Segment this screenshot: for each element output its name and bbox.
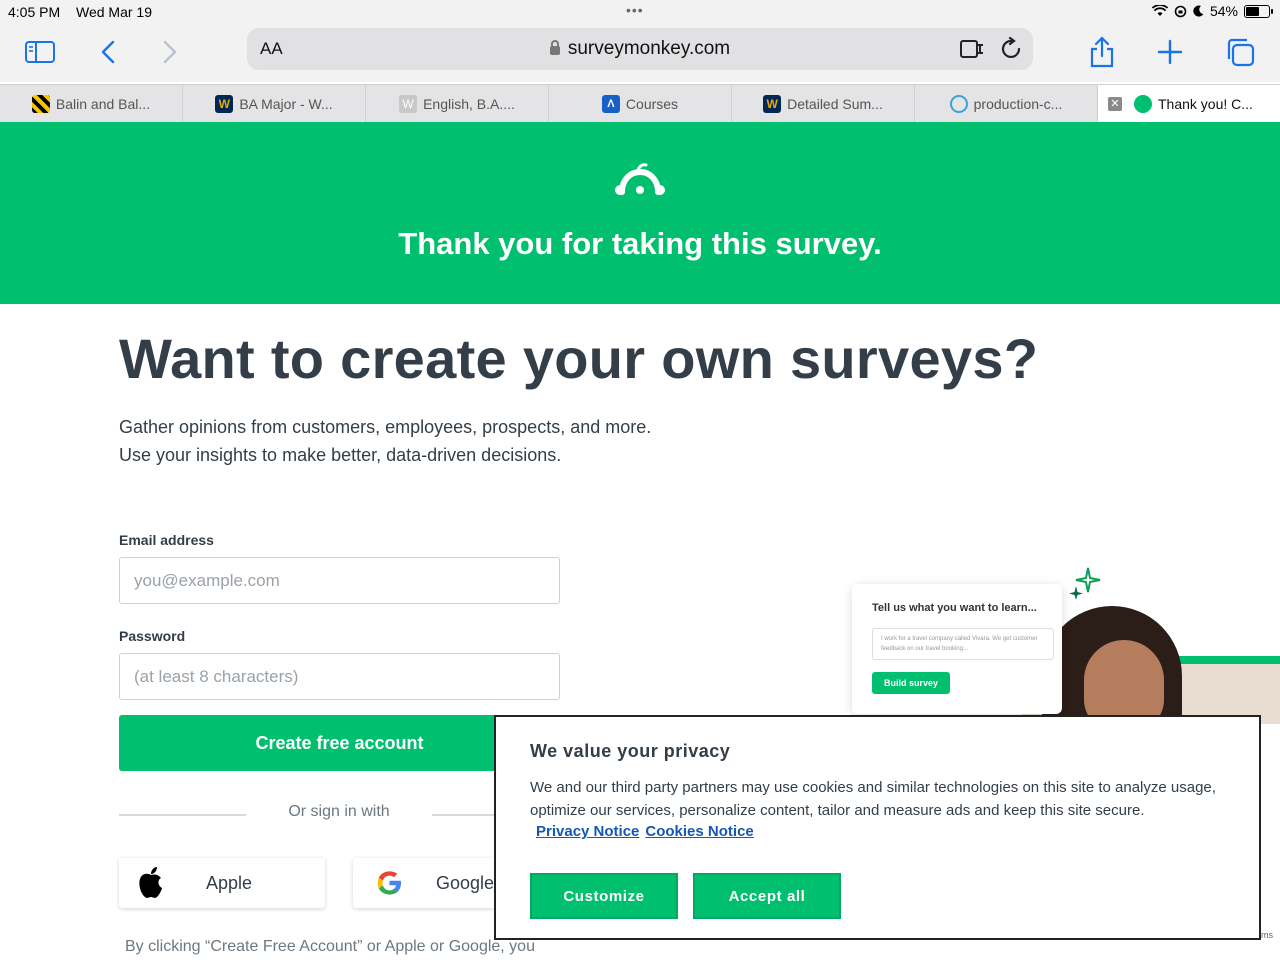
wvu-icon: W bbox=[215, 94, 234, 113]
surveymonkey-icon bbox=[1134, 94, 1152, 113]
tab-title: Balin and Bal... bbox=[55, 95, 151, 112]
email-field[interactable] bbox=[119, 557, 560, 604]
promo-card-button: Build survey bbox=[872, 672, 950, 694]
wifi-icon bbox=[1151, 5, 1168, 16]
divider-right bbox=[432, 814, 494, 816]
promo-card: Tell us what you want to learn... I work… bbox=[852, 584, 1062, 714]
privacy-notice-link[interactable]: Privacy Notice bbox=[536, 823, 639, 840]
status-indicators: 54% bbox=[1151, 3, 1273, 19]
tab-title: production-c... bbox=[973, 95, 1063, 112]
forward-icon[interactable] bbox=[152, 34, 188, 70]
orientation-lock-icon bbox=[1174, 5, 1187, 17]
page-title: Want to create your own surveys? bbox=[119, 327, 1039, 390]
lock-icon bbox=[549, 40, 560, 55]
sparkle-icon bbox=[1069, 567, 1101, 600]
multitasking-dots-icon[interactable]: ••• bbox=[626, 2, 644, 18]
partial-text: ms bbox=[1261, 930, 1273, 940]
back-icon[interactable] bbox=[90, 34, 126, 70]
apple-sign-in-button[interactable]: Apple bbox=[119, 858, 325, 908]
subtitle-line-1: Gather opinions from customers, employee… bbox=[119, 417, 652, 437]
subtitle-line-2: Use your insights to make better, data-d… bbox=[119, 445, 562, 465]
w-icon: W bbox=[399, 94, 418, 113]
reload-icon[interactable] bbox=[1001, 36, 1023, 66]
url-display[interactable]: surveymonkey.com bbox=[247, 38, 1033, 60]
cookie-links: Privacy Notice Cookies Notice bbox=[536, 823, 760, 840]
wvu-icon: W bbox=[763, 94, 782, 113]
surveymonkey-logo-icon bbox=[615, 163, 665, 195]
cookie-consent-dialog: We value your privacy We and our third p… bbox=[494, 715, 1261, 940]
tab-production[interactable]: production-c... bbox=[915, 85, 1098, 122]
customize-button[interactable]: Customize bbox=[530, 873, 678, 919]
terms-text: By clicking “Create Free Account” or App… bbox=[125, 938, 535, 955]
email-label: Email address bbox=[119, 532, 214, 548]
tab-title: Thank you! C... bbox=[1158, 95, 1253, 112]
accept-all-button[interactable]: Accept all bbox=[693, 873, 841, 919]
link-icon bbox=[949, 94, 968, 113]
google-icon bbox=[377, 871, 402, 895]
browser-toolbar: AA surveymonkey.com bbox=[0, 24, 1280, 82]
password-label: Password bbox=[119, 628, 186, 644]
battery-percent: 54% bbox=[1209, 3, 1238, 19]
tab-english[interactable]: W English, B.A.... bbox=[366, 85, 549, 122]
promo-card-title: Tell us what you want to learn... bbox=[872, 602, 1037, 614]
status-time: 4:05 PM bbox=[8, 4, 61, 20]
canvas-icon: Λ bbox=[601, 94, 620, 113]
new-tab-icon[interactable] bbox=[1152, 34, 1188, 70]
moon-icon bbox=[1193, 5, 1204, 17]
cookies-notice-link[interactable]: Cookies Notice bbox=[645, 823, 753, 840]
tab-thank-you[interactable]: ✕ Thank you! C... bbox=[1098, 85, 1280, 122]
url-text: surveymonkey.com bbox=[567, 38, 731, 59]
cookie-title: We value your privacy bbox=[530, 741, 731, 761]
sidebar-toggle-icon[interactable] bbox=[22, 34, 58, 70]
promo-card-text: I work for a travel company called Vivar… bbox=[872, 628, 1054, 660]
tab-overview-icon[interactable] bbox=[1222, 34, 1258, 70]
tab-title: English, B.A.... bbox=[423, 95, 515, 112]
tab-title: BA Major - W... bbox=[239, 95, 333, 112]
tab-detailed-summary[interactable]: W Detailed Sum... bbox=[732, 85, 915, 122]
or-sign-in-label: Or sign in with bbox=[288, 803, 390, 820]
cookie-body: We and our third party partners may use … bbox=[530, 779, 1216, 819]
address-bar[interactable]: AA surveymonkey.com bbox=[247, 28, 1033, 70]
share-icon[interactable] bbox=[1084, 34, 1120, 70]
close-tab-icon[interactable]: ✕ bbox=[1108, 97, 1122, 111]
extension-icon[interactable] bbox=[959, 38, 985, 65]
tab-title: Courses bbox=[625, 95, 679, 112]
status-date: Wed Mar 19 bbox=[76, 4, 152, 20]
google-sign-in-button[interactable]: Google bbox=[353, 858, 494, 908]
apple-icon bbox=[139, 867, 162, 898]
apple-label: Apple bbox=[206, 872, 253, 893]
tab-ba-major[interactable]: W BA Major - W... bbox=[183, 85, 366, 122]
password-field[interactable] bbox=[119, 653, 560, 700]
google-label: Google bbox=[435, 872, 494, 893]
thank-you-title: Thank you for taking this survey. bbox=[398, 226, 882, 261]
divider-left bbox=[119, 814, 246, 816]
battery-level-fill bbox=[1246, 6, 1259, 16]
thank-you-banner: Thank you for taking this survey. bbox=[0, 122, 1280, 304]
subtitle: Gather opinions from customers, employee… bbox=[119, 413, 651, 469]
tab-title: Detailed Sum... bbox=[787, 95, 883, 112]
striped-icon bbox=[31, 94, 50, 113]
tab-courses[interactable]: Λ Courses bbox=[549, 85, 732, 122]
tab-balin[interactable]: Balin and Bal... bbox=[0, 85, 183, 122]
status-bar: 4:05 PM Wed Mar 19 ••• 54% bbox=[0, 0, 1280, 24]
tab-bar: Balin and Bal... W BA Major - W... W Eng… bbox=[0, 84, 1280, 122]
battery-icon bbox=[1244, 4, 1273, 18]
